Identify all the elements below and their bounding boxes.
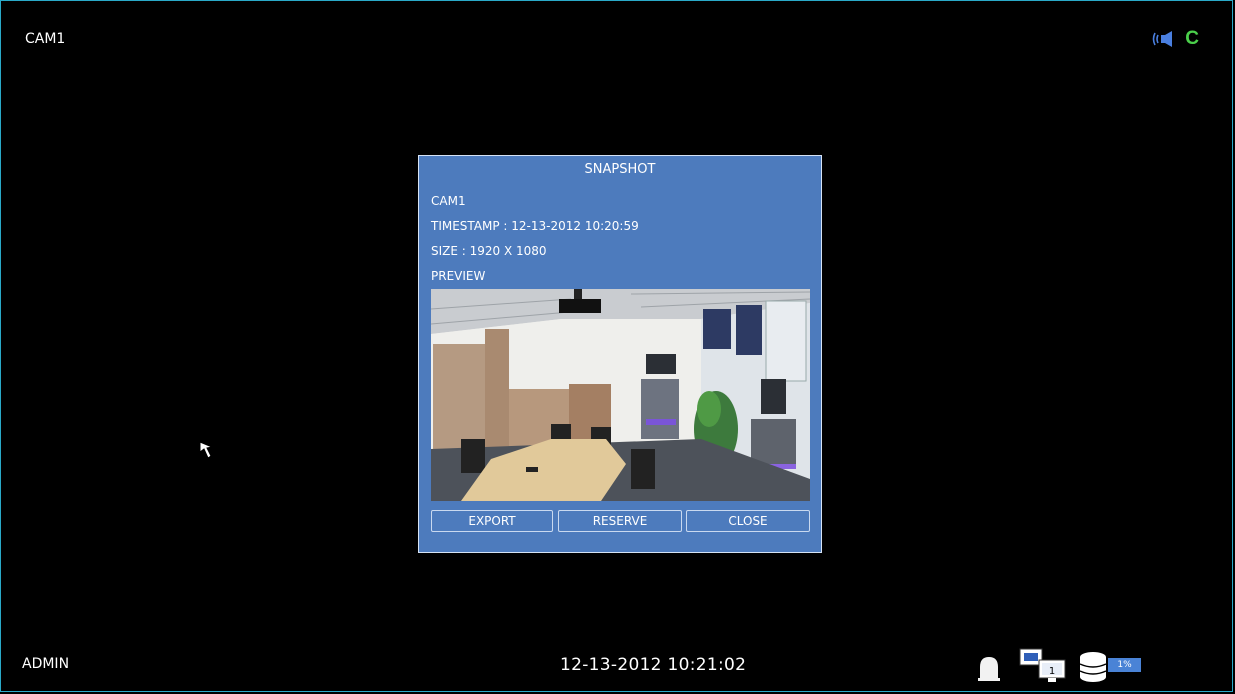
user-label: ADMIN <box>22 656 70 672</box>
export-button[interactable]: EXPORT <box>431 510 553 532</box>
close-button[interactable]: CLOSE <box>686 510 810 532</box>
snapshot-size: SIZE : 1920 X 1080 <box>431 244 547 258</box>
snapshot-preview-image <box>431 289 810 501</box>
dialog-title: SNAPSHOT <box>584 162 656 177</box>
camera-label: CAM1 <box>25 31 66 47</box>
disk-icon[interactable] <box>1077 650 1111 684</box>
snapshot-camera: CAM1 <box>431 194 466 208</box>
snapshot-timestamp: TIMESTAMP : 12-13-2012 10:20:59 <box>431 219 639 233</box>
current-datetime: 12-13-2012 10:21:02 <box>560 655 747 675</box>
snapshot-dialog: SNAPSHOT CAM1 TIMESTAMP : 12-13-2012 10:… <box>418 155 822 553</box>
audio-icon[interactable] <box>1151 29 1177 49</box>
alarm-icon[interactable] <box>975 654 1003 682</box>
preview-label: PREVIEW <box>431 269 486 283</box>
display-icon[interactable]: 1 <box>1019 648 1067 684</box>
display-channel-number: 1 <box>1049 666 1055 677</box>
record-status-indicator: C <box>1185 28 1199 49</box>
disk-usage-bar: 1% <box>1108 658 1141 672</box>
cursor-icon <box>199 441 214 459</box>
reserve-button[interactable]: RESERVE <box>558 510 682 532</box>
top-status-icons: C <box>1151 28 1199 50</box>
